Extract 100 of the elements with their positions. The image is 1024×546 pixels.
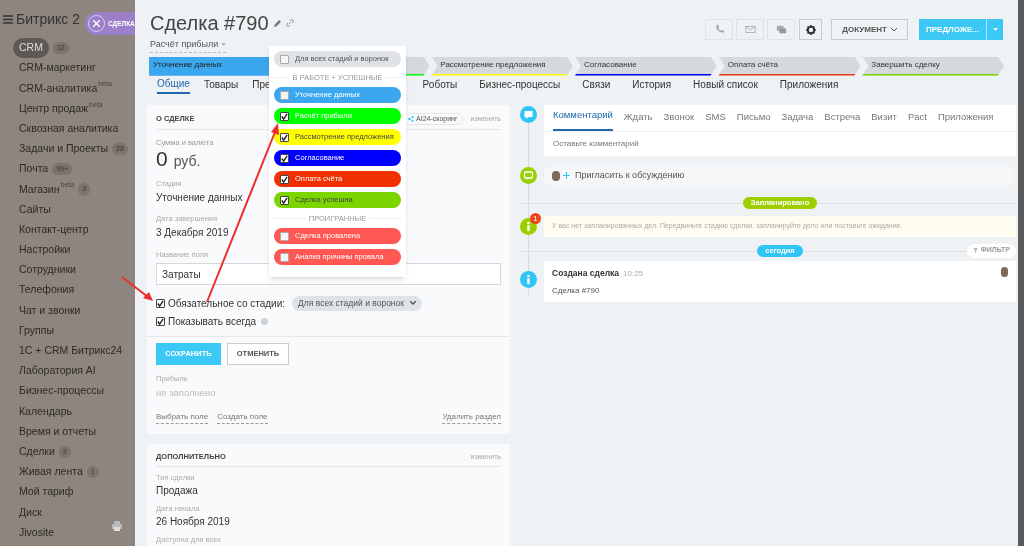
tab[interactable]: SMS <box>705 110 726 131</box>
tab[interactable]: Общие <box>157 75 190 94</box>
sidebar-item[interactable]: CRM-маркетинг <box>13 60 96 77</box>
tab[interactable]: Связи <box>582 75 611 94</box>
sidebar-item[interactable]: Чат и звонки <box>13 302 81 319</box>
tab[interactable]: Роботы <box>422 75 458 94</box>
sidebar-item[interactable]: Телефония <box>13 282 75 299</box>
chevron-down-icon <box>891 27 897 32</box>
checkbox[interactable] <box>156 298 165 308</box>
sidebar-item[interactable]: Календарь <box>13 403 72 420</box>
tab[interactable]: Pact <box>907 110 927 131</box>
sidebar-item[interactable]: Диск <box>13 504 42 521</box>
sidebar-item[interactable]: CRM <box>13 38 49 58</box>
funnel-selector[interactable]: Расчёт прибыли <box>150 38 227 53</box>
field-value: Уточнение данных <box>156 191 243 205</box>
notification-badge: 1 <box>530 212 541 224</box>
phone-icon <box>713 24 725 35</box>
tab[interactable]: Товары <box>203 75 239 94</box>
tab[interactable]: Визит <box>871 110 897 131</box>
checkbox[interactable] <box>280 195 289 205</box>
caret-icon <box>221 43 227 47</box>
stage-segment[interactable]: Завершить сделку <box>862 56 1005 76</box>
checkbox[interactable] <box>280 153 289 163</box>
field-value: 3 Декабря 2019 <box>156 226 229 241</box>
deal-title: Сделка #790 <box>150 12 269 34</box>
invite-bar[interactable]: Пригласить к обсуждению <box>544 163 1016 188</box>
info-icon <box>520 270 537 288</box>
checkbox[interactable] <box>280 90 289 100</box>
chevron-down-icon <box>410 301 416 305</box>
field-value: Продажа <box>156 483 198 498</box>
field-value: 26 Ноября 2019 <box>156 515 230 529</box>
sidebar-item[interactable]: Сайты <box>13 201 51 218</box>
avatar <box>1001 266 1008 277</box>
checkbox[interactable] <box>280 54 289 64</box>
tab[interactable]: Приложения <box>779 75 839 94</box>
delete-link[interactable]: Удалить раздел <box>442 410 501 424</box>
checkbox[interactable] <box>280 132 289 142</box>
tab[interactable]: Комментарий <box>553 108 613 131</box>
checkbox[interactable] <box>156 317 165 326</box>
checkbox[interactable] <box>280 174 289 184</box>
settings-button[interactable] <box>799 19 823 40</box>
event-text: Сделка #790 <box>552 284 601 297</box>
tab[interactable]: Пре <box>252 75 271 94</box>
sidebar-item[interactable]: Бизнес-процессы <box>13 383 105 400</box>
sidebar-item[interactable]: Группы <box>13 322 54 339</box>
sidebar-item[interactable]: Сделки <box>13 443 55 460</box>
stage-segment[interactable]: Согласование <box>575 56 717 76</box>
currency-label: руб. <box>173 151 201 171</box>
printer-icon <box>112 521 122 531</box>
tab[interactable]: Новый список <box>693 75 758 94</box>
tab[interactable]: Приложения <box>937 110 994 131</box>
invite-text: Пригласить к обсуждению <box>575 168 685 182</box>
close-icon <box>93 20 100 27</box>
sidebar-item[interactable]: Почта <box>13 161 49 178</box>
avatar <box>552 170 560 181</box>
settings-icon <box>805 24 816 35</box>
sidebar-item[interactable]: Задачи и Проекты <box>13 141 109 157</box>
amount-value: 0 <box>156 147 168 170</box>
link-icon <box>285 19 294 27</box>
sidebar-item[interactable]: Живая лента <box>13 464 83 480</box>
sidebar-item[interactable]: 1С + CRM Битрикс24 <box>13 343 123 359</box>
tab[interactable]: Встреча <box>824 110 861 131</box>
chat-icon <box>520 166 537 184</box>
sidebar-item[interactable]: Лаборатория AI <box>13 363 96 379</box>
brand-logo: Битрикс 2 <box>16 9 80 29</box>
pencil-icon <box>273 19 281 27</box>
nodes-icon <box>408 116 415 122</box>
sidebar-item[interactable]: CRM-аналитика <box>13 80 98 97</box>
tab[interactable]: Звонок <box>663 110 695 131</box>
checkbox[interactable] <box>280 252 289 262</box>
sidebar-item[interactable]: Сотрудники <box>13 262 76 279</box>
tab[interactable]: Бизнес-процессы <box>479 75 561 94</box>
comment-field[interactable]: Оставьте комментарий <box>544 131 1016 150</box>
sidebar-item[interactable]: Jivosite <box>13 524 54 541</box>
sidebar-item[interactable]: Контакт-центр <box>13 221 89 238</box>
sidebar-item[interactable]: Настройки <box>13 242 71 258</box>
filter-icon <box>972 248 978 253</box>
stage-select[interactable]: Для всех стадий и воронок <box>292 295 422 311</box>
sidebar-item[interactable]: Мой тариф <box>13 484 74 501</box>
sidebar-item[interactable]: Сквозная аналитика <box>13 120 119 137</box>
tab[interactable]: История <box>632 75 672 94</box>
annotation-arrow <box>121 276 153 301</box>
checkbox-label: Обязательное со стадии: <box>168 296 286 311</box>
plus-icon <box>563 172 570 179</box>
tab[interactable]: Письмо <box>736 110 771 131</box>
chat-icon <box>775 24 787 35</box>
comment-icon <box>520 105 537 123</box>
stage-segment[interactable]: Оплата счёта <box>718 56 861 76</box>
sidebar-item[interactable]: Время и отчеты <box>13 423 97 440</box>
tab[interactable]: Ждать <box>623 110 653 131</box>
checkbox[interactable] <box>280 111 289 121</box>
text-link[interactable]: Создать поле <box>217 410 268 424</box>
document-button[interactable]: ДОКУМЕНТ <box>831 19 908 40</box>
text-link[interactable]: Выбрать поле <box>156 410 209 424</box>
sidebar-item[interactable]: Магазин <box>13 181 60 198</box>
checkbox[interactable] <box>280 231 289 241</box>
caret-icon <box>992 28 998 31</box>
stage-segment[interactable]: Рассмотрение предложения <box>431 56 573 76</box>
tab[interactable]: Задача <box>781 110 814 131</box>
sidebar-item[interactable]: Центр продаж <box>13 100 89 117</box>
